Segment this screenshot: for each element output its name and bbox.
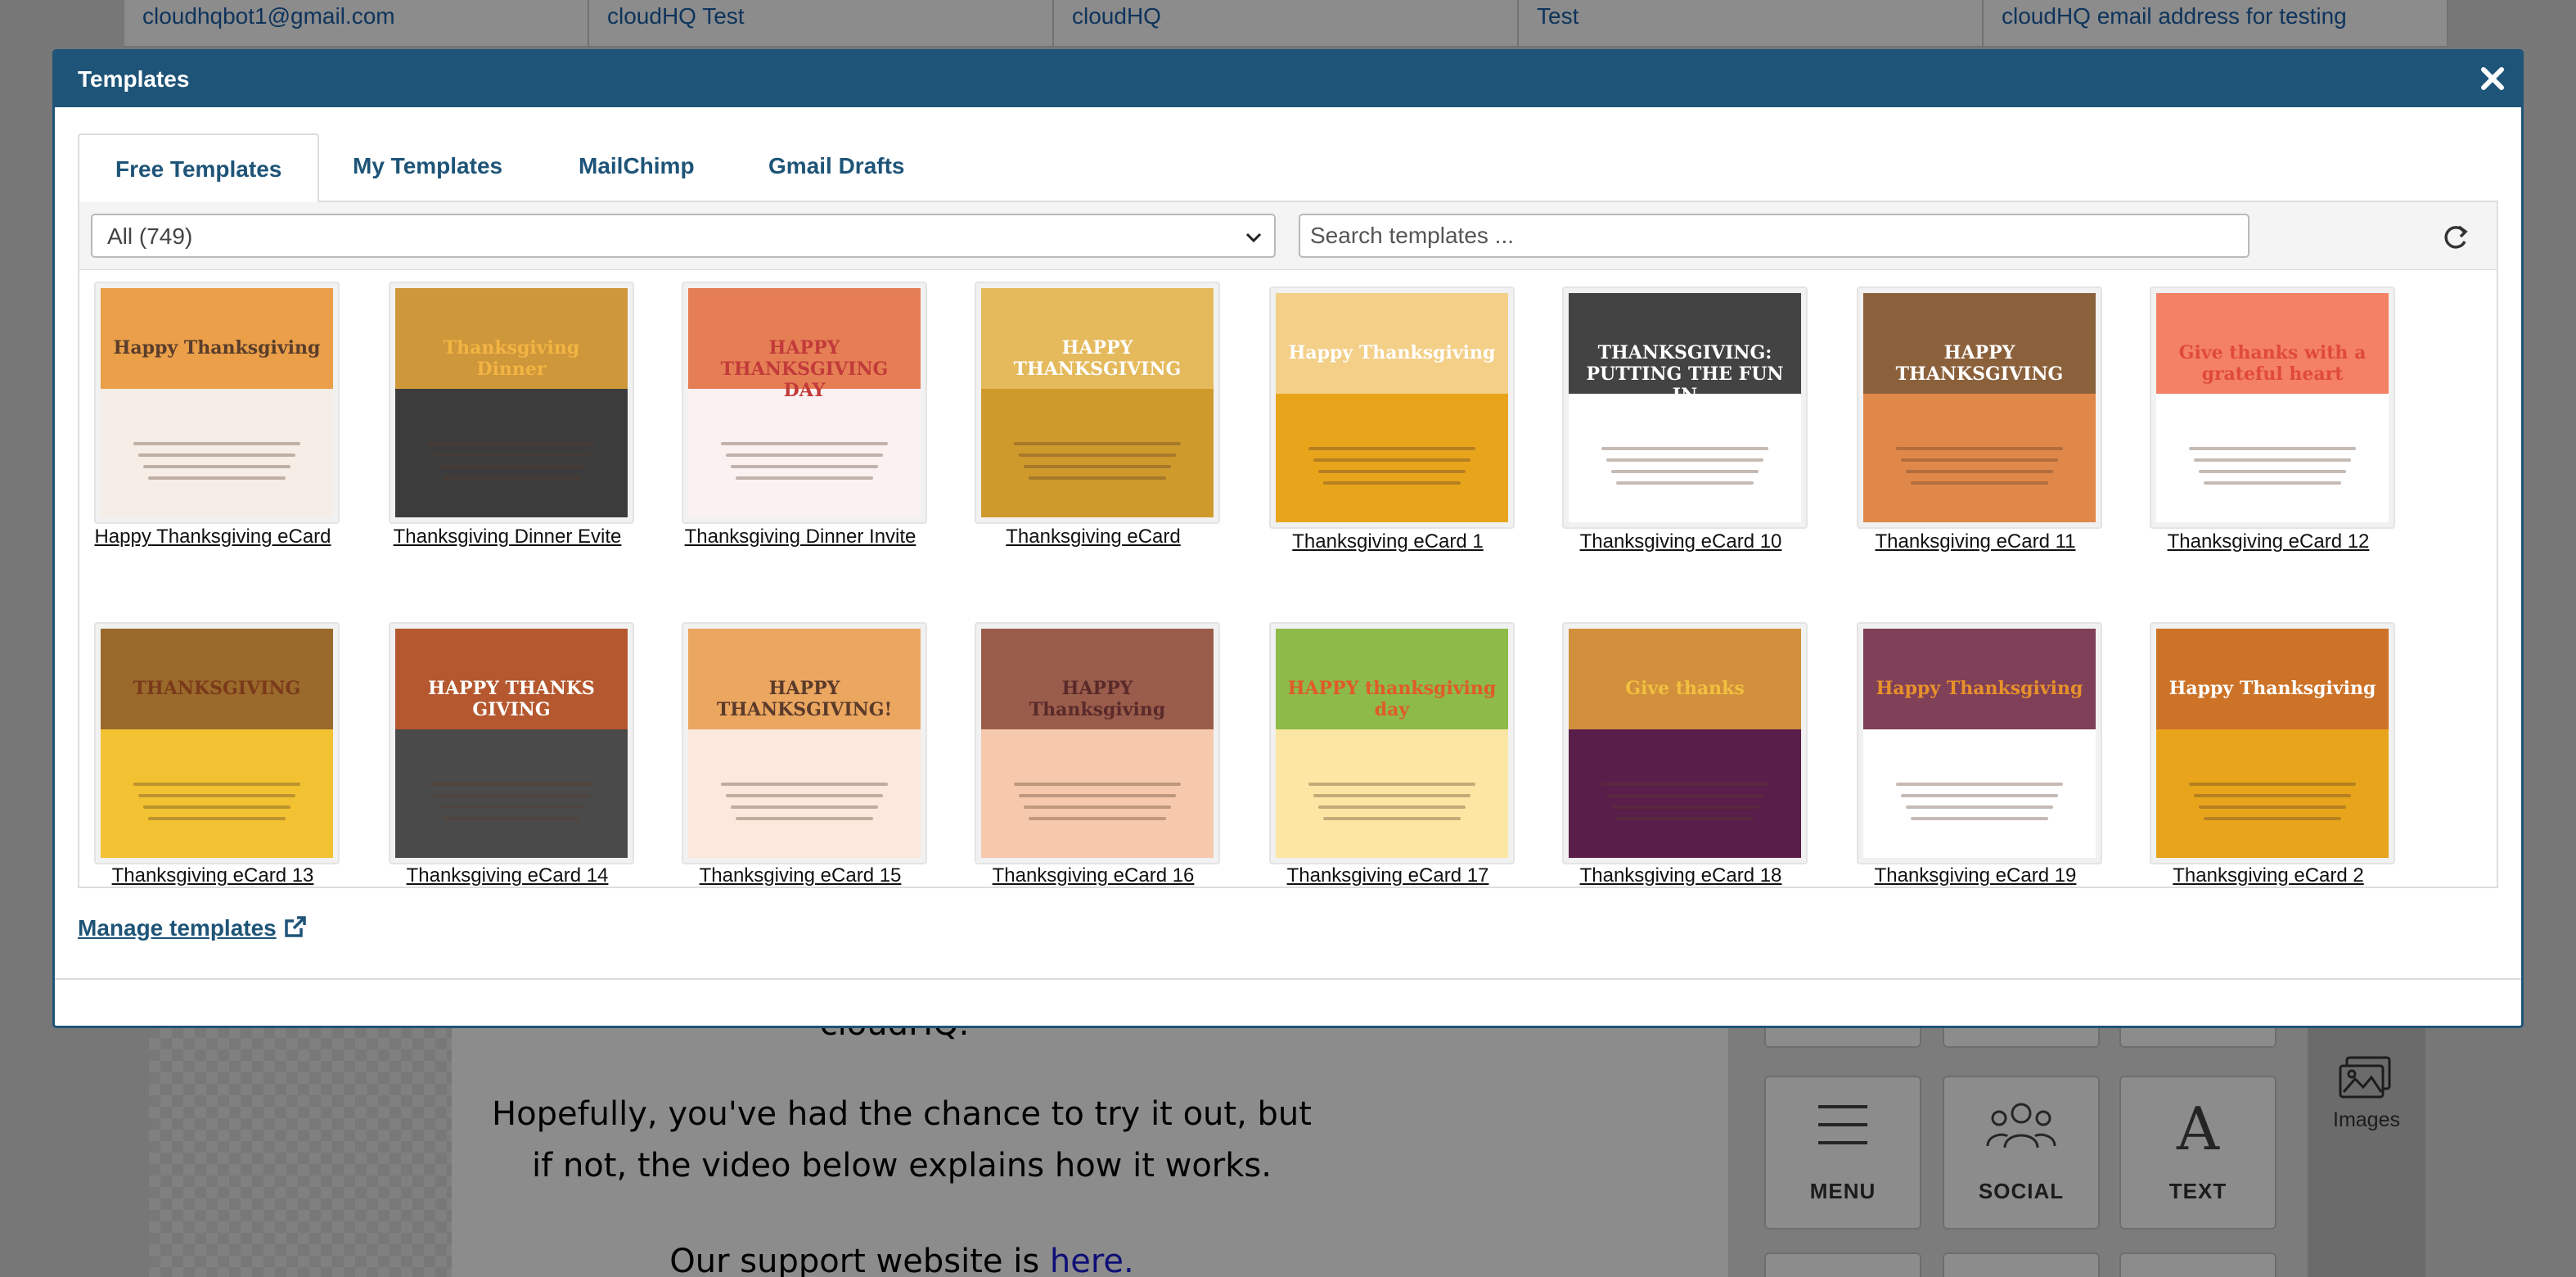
modal-footer-divider	[55, 978, 2521, 980]
manage-templates-link[interactable]: Manage templates	[78, 914, 308, 941]
template-preview-image: HAPPY thanksgiving day	[1276, 629, 1508, 858]
preview-text-line	[1014, 783, 1181, 786]
template-thumbnail[interactable]: Happy Thanksgiving	[2150, 622, 2395, 864]
template-tabs: Free Templates My Templates MailChimp Gm…	[78, 133, 2498, 204]
preview-headline: HAPPY THANKSGIVING!	[716, 678, 893, 720]
template-name[interactable]: Thanksgiving eCard 13	[79, 864, 364, 887]
tab-gmail-drafts[interactable]: Gmail Drafts	[732, 133, 941, 202]
preview-text-line	[721, 783, 888, 786]
preview-text-line	[2194, 794, 2351, 797]
template-card[interactable]: Happy Thanksgiving Thanksgiving eCard 2	[2141, 270, 2395, 887]
template-thumbnail[interactable]: Happy Thanksgiving	[1857, 622, 2102, 864]
preview-headline: Give thanks	[1625, 678, 1745, 699]
preview-text-line	[731, 805, 878, 809]
templates-modal: Templates Free Templates My Templates Ma…	[52, 49, 2524, 1028]
template-card[interactable]: HAPPY thanksgiving day Thanksgiving eCard…	[1261, 270, 1515, 887]
preview-text-line	[2199, 805, 2346, 809]
template-thumbnail[interactable]: HAPPY Thanksgiving	[975, 622, 1220, 864]
template-name[interactable]: Thanksgiving eCard 16	[942, 864, 1245, 887]
preview-text-line	[1323, 817, 1461, 820]
preview-headline: HAPPY thanksgiving day	[1287, 678, 1497, 720]
preview-text-line	[438, 805, 585, 809]
template-card[interactable]: HAPPY Thanksgiving Thanksgiving eCard 16	[966, 270, 1220, 887]
preview-text-line	[1906, 805, 2053, 809]
preview-headline: Happy Thanksgiving	[1876, 678, 2083, 699]
template-name[interactable]: Thanksgiving eCard 19	[1824, 864, 2127, 887]
preview-text-line	[2189, 783, 2356, 786]
preview-text-line	[2204, 817, 2341, 820]
preview-headline: THANKSGIVING	[133, 678, 301, 699]
preview-text-line	[138, 794, 295, 797]
preview-text-line	[1029, 817, 1166, 820]
preview-text-line	[1606, 794, 1763, 797]
template-grid: Happy Thanksgiving Happy Thanksgiving eCa…	[78, 269, 2498, 888]
template-thumbnail[interactable]: Give thanks	[1562, 622, 1808, 864]
preview-text-line	[1019, 794, 1176, 797]
preview-text-line	[1024, 805, 1171, 809]
template-name[interactable]: Thanksgiving eCard 15	[649, 864, 952, 887]
template-preview-image: HAPPY THANKSGIVING!	[688, 629, 921, 858]
template-card[interactable]: Give thanks Thanksgiving eCard 18	[1554, 270, 1808, 887]
template-name[interactable]: Thanksgiving eCard 18	[1529, 864, 1832, 887]
template-card[interactable]: HAPPY THANKSGIVING! Thanksgiving eCard 15	[673, 270, 927, 887]
preview-text-line	[148, 817, 286, 820]
template-name[interactable]: Thanksgiving eCard 2	[2117, 864, 2420, 887]
template-thumbnail[interactable]: THANKSGIVING	[94, 622, 340, 864]
preview-text-line	[1318, 805, 1466, 809]
template-card[interactable]: Happy Thanksgiving Thanksgiving eCard 19	[1849, 270, 2102, 887]
template-card[interactable]: THANKSGIVING Thanksgiving eCard 13	[86, 270, 340, 887]
template-preview-image: Happy Thanksgiving	[2156, 629, 2389, 858]
preview-text-line	[1611, 805, 1759, 809]
preview-text-line	[1313, 794, 1470, 797]
preview-text-line	[1308, 783, 1475, 786]
template-name[interactable]: Thanksgiving eCard 14	[356, 864, 659, 887]
template-thumbnail[interactable]: HAPPY THANKS GIVING	[389, 622, 634, 864]
preview-text-line	[443, 817, 580, 820]
preview-headline: HAPPY Thanksgiving	[1029, 678, 1166, 720]
preview-headline: Happy Thanksgiving	[2168, 678, 2376, 699]
template-preview-image: Happy Thanksgiving	[1863, 629, 2096, 858]
template-thumbnail[interactable]: HAPPY thanksgiving day	[1269, 622, 1515, 864]
preview-text-line	[1896, 783, 2063, 786]
chevron-down-icon	[1245, 232, 1262, 243]
refresh-icon	[2444, 225, 2468, 249]
modal-header: Templates	[55, 52, 2521, 107]
preview-text-line	[133, 783, 300, 786]
template-name[interactable]: Thanksgiving eCard 17	[1236, 864, 1539, 887]
template-thumbnail[interactable]: HAPPY THANKSGIVING!	[682, 622, 927, 864]
tab-mailchimp[interactable]: MailChimp	[543, 133, 731, 202]
external-link-icon	[285, 916, 306, 937]
template-preview-image: Give thanks	[1569, 629, 1801, 858]
tab-free-templates[interactable]: Free Templates	[78, 133, 320, 204]
close-icon	[2481, 67, 2504, 90]
preview-text-line	[736, 817, 873, 820]
preview-text-line	[433, 794, 590, 797]
preview-text-line	[1601, 783, 1768, 786]
template-preview-image: HAPPY THANKS GIVING	[395, 629, 628, 858]
filter-bar: All (749)	[78, 202, 2498, 269]
category-select-value: All (749)	[107, 223, 193, 249]
preview-text-line	[1911, 817, 2048, 820]
preview-text-line	[428, 783, 595, 786]
preview-headline: HAPPY THANKS GIVING	[428, 678, 595, 720]
modal-title: Templates	[78, 66, 190, 92]
preview-text-line	[726, 794, 883, 797]
tab-my-templates[interactable]: My Templates	[317, 133, 538, 202]
search-input[interactable]	[1299, 214, 2249, 258]
manage-templates-label: Manage templates	[78, 915, 277, 941]
close-button[interactable]	[2474, 60, 2511, 97]
preview-text-line	[143, 805, 290, 809]
refresh-button[interactable]	[2439, 220, 2472, 253]
category-select[interactable]: All (749)	[91, 214, 1276, 258]
template-card[interactable]: HAPPY THANKS GIVING Thanksgiving eCard 14	[381, 270, 634, 887]
template-preview-image: HAPPY Thanksgiving	[981, 629, 1214, 858]
preview-text-line	[1901, 794, 2058, 797]
template-preview-image: THANKSGIVING	[101, 629, 333, 858]
preview-text-line	[1616, 817, 1754, 820]
